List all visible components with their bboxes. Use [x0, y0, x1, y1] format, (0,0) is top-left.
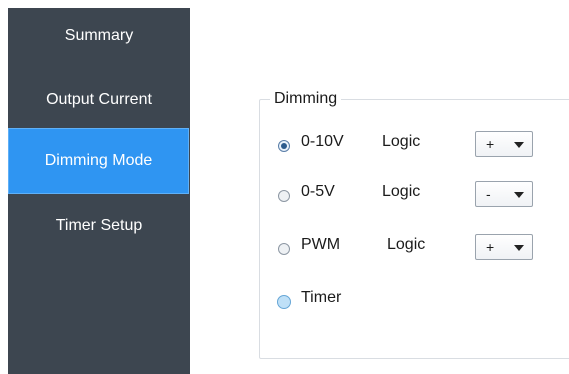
sidebar-item-summary[interactable]: Summary [8, 8, 190, 64]
option-label-pwm: PWM [301, 236, 341, 253]
sidebar-item-timer-setup[interactable]: Timer Setup [8, 198, 190, 254]
sidebar-item-dimming-mode[interactable]: Dimming Mode [8, 128, 189, 194]
logic-label: Logic [382, 183, 421, 200]
sidebar-item-output-current[interactable]: Output Current [8, 72, 190, 128]
logic-label: Logic [387, 236, 426, 253]
group-title: Dimming [270, 89, 342, 109]
radio-timer[interactable] [277, 295, 291, 309]
option-label-timer: Timer [301, 289, 342, 306]
logic-value: - [486, 186, 491, 202]
radio-0-5v[interactable] [278, 190, 290, 202]
radio-pwm[interactable] [278, 243, 290, 255]
chevron-down-icon [514, 245, 524, 251]
sidebar-item-label: Dimming Mode [44, 152, 153, 169]
sidebar-item-label: Output Current [46, 91, 152, 108]
radio-0-10v[interactable] [278, 140, 290, 152]
option-label-0-5v: 0-5V [301, 183, 335, 200]
logic-value: + [486, 136, 495, 152]
logic-select-0-10v[interactable]: + [475, 131, 533, 157]
sidebar-item-label: Summary [64, 27, 134, 44]
logic-label: Logic [382, 133, 421, 150]
sidebar: Summary Output Current Dimming Mode Time… [8, 8, 190, 374]
chevron-down-icon [514, 192, 524, 198]
option-label-0-10v: 0-10V [301, 133, 344, 150]
logic-select-pwm[interactable]: + [475, 234, 533, 260]
top-border [0, 0, 569, 8]
chevron-down-icon [514, 142, 524, 148]
sidebar-item-label: Timer Setup [55, 217, 143, 234]
logic-value: + [486, 239, 495, 255]
logic-select-0-5v[interactable]: - [475, 181, 533, 207]
